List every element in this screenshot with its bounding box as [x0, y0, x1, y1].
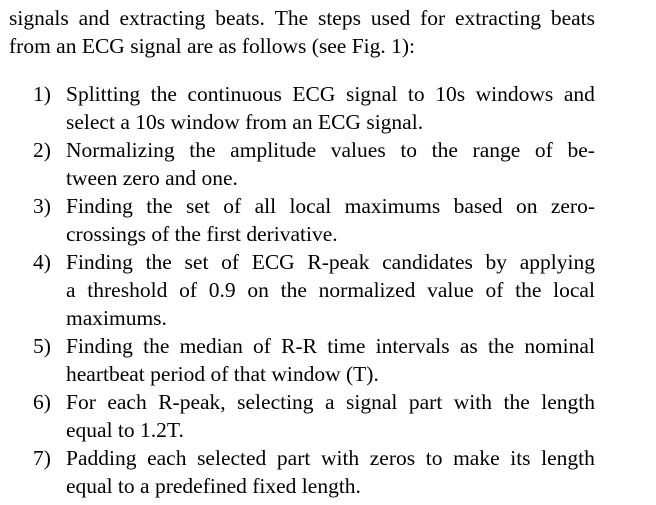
step-2-line-1: Normalizing the amplitude values to the range o…	[66, 138, 595, 162]
step-number-4: 4)	[33, 250, 51, 274]
step-5-line-1: Finding the median of R-R time intervals as the n…	[66, 334, 595, 358]
step-5-line-2: heartbeat period of that window (T).	[66, 362, 379, 386]
step-6-line-1: For each R-peak, selecting a signal part with th…	[66, 390, 595, 414]
step-number-2: 2)	[33, 138, 51, 162]
step-3-line-1: Finding the set of all local maximums based on ze…	[66, 194, 595, 218]
step-4-line-3: maximums.	[66, 306, 167, 330]
step-number-5: 5)	[33, 334, 51, 358]
step-7-line-1: Padding each selected part with zeros to make it…	[66, 446, 595, 470]
step-number-7: 7)	[33, 446, 51, 470]
step-6-line-2: equal to 1.2T.	[66, 418, 184, 442]
step-4-line-2: a threshold of 0.9 on the normalized value of the…	[66, 278, 595, 302]
step-3-line-2: crossings of the first derivative.	[66, 222, 338, 246]
step-4-line-1: Finding the set of ECG R-peak candidates by appl…	[66, 250, 595, 274]
step-1-line-1: Splitting the continuous ECG signal to 10s wind…	[66, 82, 595, 106]
step-number-1: 1)	[33, 82, 51, 106]
document-page: signals and extracting beats. The steps used fo…	[0, 0, 656, 505]
intro-line-1: signals and extracting beats. The steps used fo…	[9, 6, 595, 30]
intro-line-2: from an ECG signal are as follows (see F…	[9, 34, 416, 58]
step-2-line-2: tween zero and one.	[66, 166, 238, 190]
step-number-6: 6)	[33, 390, 51, 414]
step-number-3: 3)	[33, 194, 51, 218]
step-7-line-2: equal to a predefined fixed length.	[66, 474, 361, 498]
step-1-line-2: select a 10s window from an ECG signal.	[66, 110, 424, 134]
